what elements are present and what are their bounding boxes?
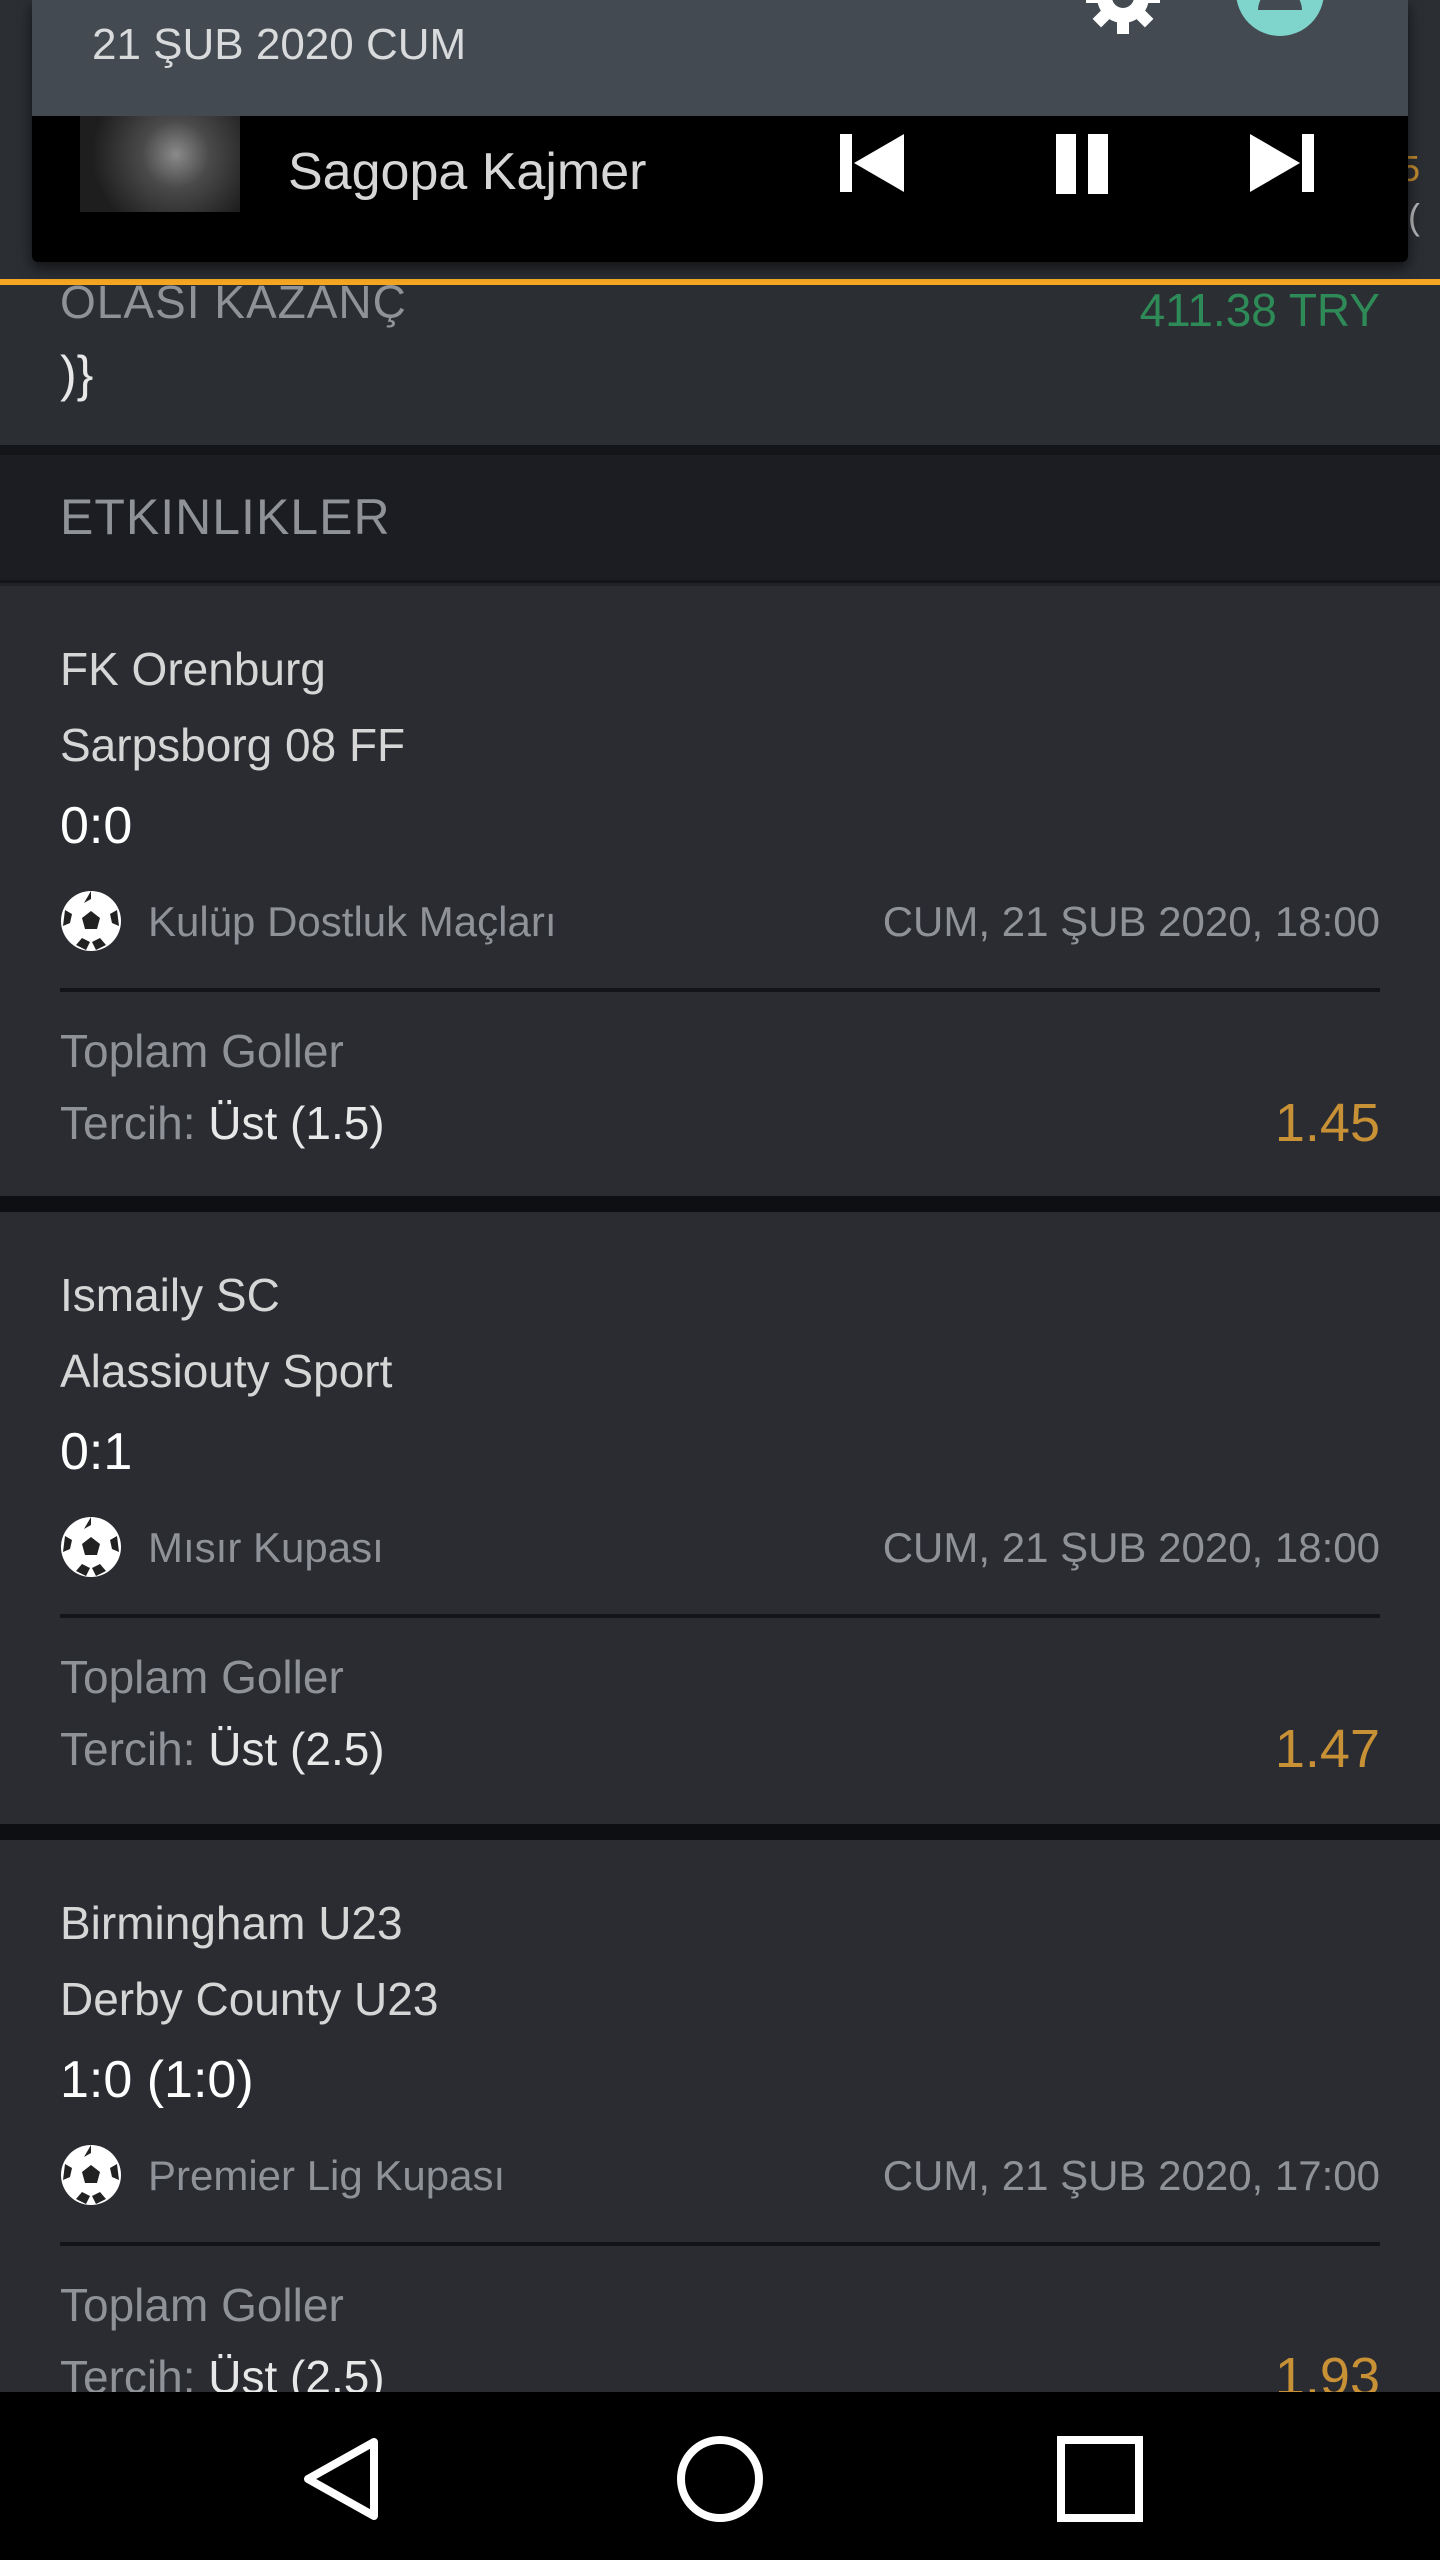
league-name: Mısır Kupası	[148, 1524, 384, 1571]
gear-icon[interactable]	[1082, 0, 1164, 38]
potential-win-value: 411.38 TRY	[1139, 284, 1380, 336]
match-score: 0:1	[60, 1423, 133, 1481]
card-divider	[60, 1614, 1380, 1618]
event-card[interactable]: Birmingham U23 Derby County U23 1:0 (1:0…	[0, 1840, 1440, 2407]
match-score: 1:0 (1:0)	[60, 2051, 254, 2109]
screen: 5 ( OLASI KAZANÇ 411.38 TRY )} ETKINLIKL…	[0, 0, 1440, 2560]
league-name: Kulüp Dostluk Maçları	[148, 898, 557, 945]
market-name: Toplam Goller	[60, 2279, 344, 2331]
home-icon[interactable]	[675, 2434, 765, 2524]
soccer-ball-icon	[61, 1517, 121, 1577]
away-team: Alassiouty Sport	[60, 1345, 393, 1397]
artist-name: Sagopa Kajmer	[288, 143, 647, 201]
pick-value: Üst (1.5)	[208, 1097, 385, 1149]
album-art	[80, 116, 240, 212]
league-name: Premier Lig Kupası	[148, 2152, 506, 2199]
media-notification[interactable]: 21 ŞUB 2020 CUM Sagopa Kajmer	[32, 0, 1408, 262]
section-gap	[0, 445, 1440, 455]
match-datetime: CUM, 21 ŞUB 2020, 17:00	[882, 2152, 1380, 2199]
navigation-bar	[0, 2392, 1440, 2560]
event-card[interactable]: FK Orenburg Sarpsborg 08 FF 0:0 Kulüp Do…	[0, 586, 1440, 1196]
card-divider	[60, 2242, 1380, 2246]
pick-label: Tercih:	[60, 1723, 196, 1775]
event-card[interactable]: Ismaily SC Alassiouty Sport 0:1 Mısır Ku…	[0, 1212, 1440, 1824]
away-team: Derby County U23	[60, 1973, 439, 2025]
card-divider	[60, 988, 1380, 992]
pick-row: Tercih: Üst (2.5)	[60, 1722, 385, 1776]
media-controls: Sagopa Kajmer	[32, 116, 1408, 262]
soccer-ball-icon	[61, 2145, 121, 2205]
notification-header: 21 ŞUB 2020 CUM	[32, 0, 1408, 116]
pick-label: Tercih:	[60, 1097, 196, 1149]
odds-value: 1.47	[1274, 1719, 1380, 1779]
pick-row: Tercih: Üst (1.5)	[60, 1096, 385, 1150]
match-datetime: CUM, 21 ŞUB 2020, 18:00	[882, 1524, 1380, 1571]
account-icon[interactable]	[1236, 0, 1324, 36]
skip-previous-icon[interactable]	[822, 126, 922, 206]
pick-value: Üst (2.5)	[208, 1723, 385, 1775]
soccer-ball-icon	[61, 891, 121, 951]
away-team: Sarpsborg 08 FF	[60, 719, 406, 771]
recents-icon[interactable]	[1055, 2434, 1145, 2524]
potential-win-label: OLASI KAZANÇ	[60, 276, 407, 328]
market-name: Toplam Goller	[60, 1025, 344, 1077]
pause-icon[interactable]	[1032, 126, 1132, 206]
card-separator	[0, 1824, 1440, 1840]
home-team: Birmingham U23	[60, 1897, 403, 1949]
section-title: ETKINLIKLER	[60, 489, 391, 545]
home-team: Ismaily SC	[60, 1269, 280, 1321]
brace-text: )}	[60, 346, 94, 402]
back-icon[interactable]	[296, 2434, 386, 2524]
skip-next-icon[interactable]	[1232, 126, 1332, 206]
match-score: 0:0	[60, 797, 133, 855]
odds-value: 1.45	[1274, 1093, 1380, 1153]
partial-try-text: (	[1408, 196, 1420, 237]
card-separator	[0, 1196, 1440, 1212]
home-team: FK Orenburg	[60, 643, 326, 695]
notification-date: 21 ŞUB 2020 CUM	[92, 20, 467, 69]
market-name: Toplam Goller	[60, 1651, 344, 1703]
match-datetime: CUM, 21 ŞUB 2020, 18:00	[882, 898, 1380, 945]
